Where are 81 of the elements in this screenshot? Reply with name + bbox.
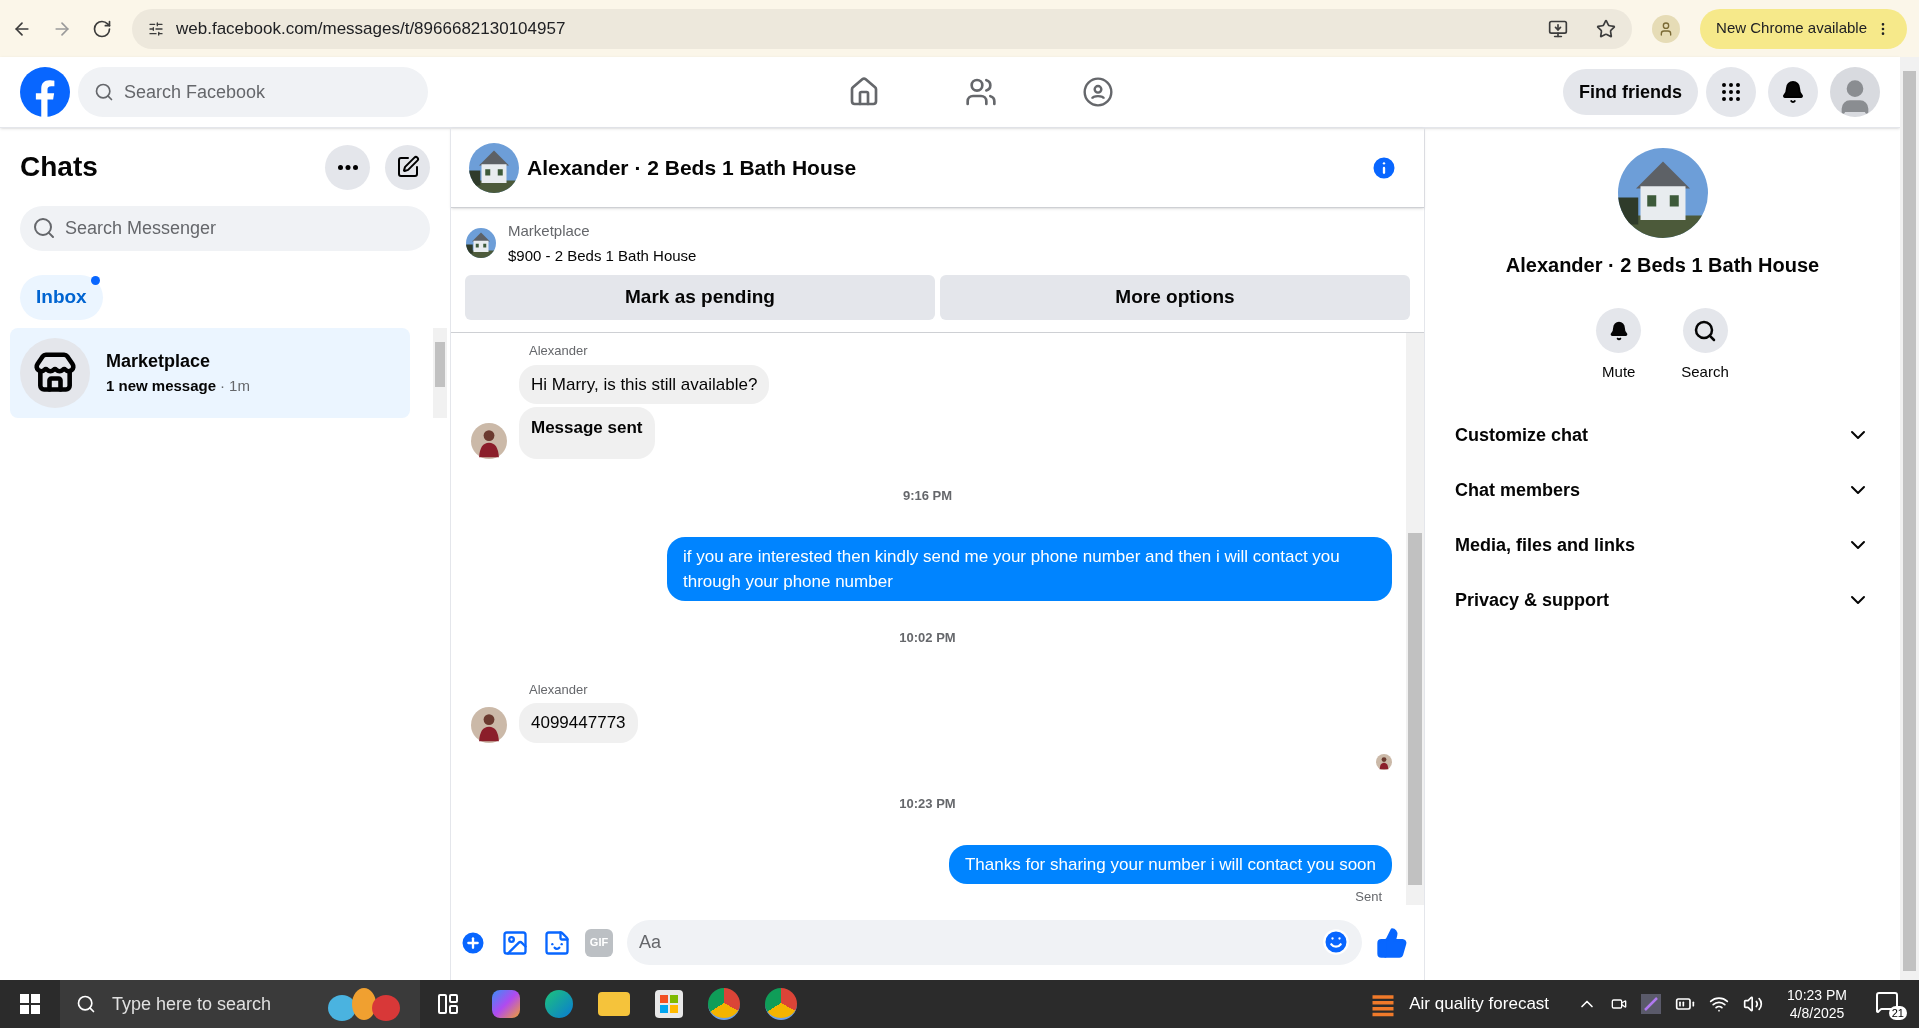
message-time: 1m (229, 376, 250, 397)
camera-icon[interactable] (1611, 996, 1628, 1012)
conversation-title: Alexander · 2 Beds 1 Bath House (527, 154, 858, 181)
ellipsis-icon (337, 164, 358, 170)
separator: · (220, 376, 226, 397)
search-icon (94, 82, 114, 102)
install-icon[interactable] (1548, 18, 1569, 39)
compose-icon (395, 155, 420, 179)
like-icon[interactable] (1376, 926, 1408, 959)
groups-icon[interactable] (1081, 76, 1114, 108)
search-icon (76, 994, 96, 1014)
image-icon[interactable] (501, 928, 529, 957)
reload-icon[interactable] (92, 18, 112, 39)
profile-icon[interactable] (1652, 14, 1681, 43)
find-friends-button[interactable]: Find friends (1563, 69, 1698, 115)
friends-icon[interactable] (964, 76, 997, 108)
update-button[interactable]: New Chrome available (1700, 8, 1907, 49)
notification-count: 21 (1888, 1006, 1907, 1020)
section-row[interactable]: Chat members (1445, 462, 1880, 518)
scrollbar-thumb[interactable] (435, 342, 445, 387)
logo-icon[interactable] (20, 67, 70, 117)
url-text: web.facebook.com/messages/t/8966682130104957 (176, 17, 567, 40)
store-icon[interactable] (655, 990, 683, 1018)
avatar (471, 706, 507, 743)
message-bubble: Message sent (519, 407, 655, 459)
conversation-item[interactable]: Marketplace 1 new message · 1m (10, 328, 410, 418)
menu-button[interactable] (1706, 67, 1756, 117)
scrollbar-thumb[interactable] (1408, 533, 1422, 885)
volume-icon[interactable] (1743, 994, 1764, 1014)
conversation-name: Marketplace (106, 350, 212, 374)
section-row[interactable]: Customize chat (1445, 407, 1880, 463)
search-icon (1693, 318, 1717, 343)
scrollbar[interactable] (433, 328, 447, 418)
bell-icon (1608, 320, 1629, 341)
message-status: Sent (1355, 888, 1383, 906)
bookmark-star-icon[interactable] (1596, 18, 1617, 39)
clock-time: 10:23 PM (1787, 986, 1847, 1004)
bell-icon (1781, 80, 1805, 104)
timestamp: 10:02 PM (899, 629, 956, 647)
filter-tab[interactable]: Inbox (20, 275, 103, 320)
message-bubble: if you are interested then kindly send me your phone number and then i will contact you through your phone number (667, 537, 1392, 601)
windows-icon[interactable] (20, 994, 40, 1014)
contact-name: Alexander · 2 Beds 1 Bath House (1505, 253, 1820, 278)
listing-action-button[interactable]: Mark as pending (465, 275, 935, 320)
message-bubble: Hi Marry, is this still available? (519, 364, 770, 404)
shop-icon (33, 351, 77, 395)
message-preview: 1 new message (106, 376, 217, 397)
search-field[interactable]: Search Facebook (78, 67, 428, 117)
message-bubble: 4099447773 (519, 703, 638, 743)
message-bubble: Thanks for sharing your number i will contact you soon (948, 845, 1392, 884)
avatar (471, 422, 507, 459)
clock-date: 4/8/2025 (1789, 1004, 1845, 1022)
scrollbar-thumb[interactable] (1903, 71, 1916, 971)
timestamp: 10:23 PM (899, 794, 956, 813)
timestamp: 9:16 PM (902, 486, 953, 505)
message-input[interactable]: Aa (627, 920, 1362, 965)
weather-text: Air quality forecast (1409, 993, 1550, 1016)
listing-action-button[interactable]: More options (940, 275, 1410, 320)
scrollbar[interactable] (1406, 333, 1424, 905)
grid-icon (1719, 80, 1743, 104)
search-icon (32, 216, 56, 240)
chats-title: Chats (20, 150, 99, 184)
new-message-button[interactable] (385, 144, 430, 190)
listing-title: $900 - 2 Beds 1 Bath House (508, 245, 697, 266)
notifications-button[interactable] (1768, 67, 1818, 117)
listing-source: Marketplace (508, 221, 591, 241)
sticker-icon[interactable] (543, 928, 571, 957)
address-bar[interactable]: web.facebook.com/messages/t/8966682130104957 (132, 8, 1633, 49)
task-view-icon[interactable] (436, 992, 460, 1016)
sender-name: Alexander (529, 680, 589, 699)
account-avatar[interactable] (1830, 67, 1880, 117)
search-field[interactable]: Search Messenger (20, 206, 430, 251)
more-button[interactable] (325, 144, 370, 190)
wifi-icon[interactable] (1709, 994, 1730, 1014)
avatar (1376, 753, 1392, 770)
sender-name: Alexander (529, 342, 589, 360)
section-row[interactable]: Media, files and links (1445, 517, 1880, 573)
scrollbar[interactable] (1900, 57, 1919, 980)
taskbar-search-field[interactable]: Type here to search (60, 980, 420, 1028)
section-row[interactable]: Privacy & support (1445, 572, 1880, 628)
site-settings-icon[interactable] (148, 20, 164, 37)
